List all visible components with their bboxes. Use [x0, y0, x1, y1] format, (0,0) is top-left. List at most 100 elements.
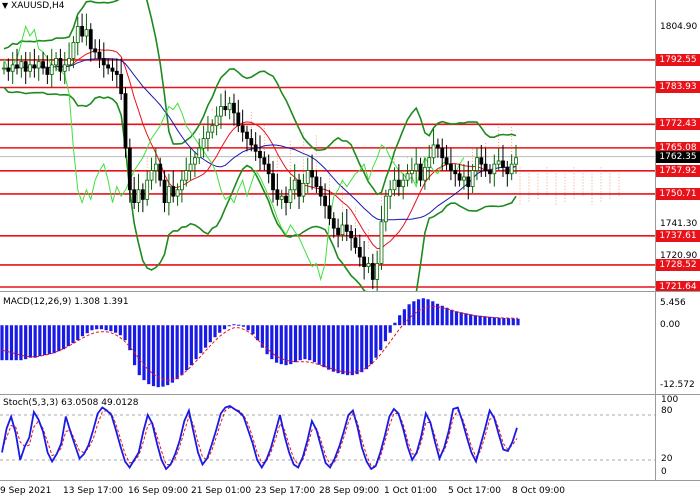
macd-histogram-bar	[459, 312, 463, 326]
macd-histogram-bar	[246, 325, 250, 331]
macd-tick: 5.456	[660, 298, 686, 308]
candle-body	[414, 163, 419, 171]
macd-histogram-bar	[478, 315, 482, 326]
macd-histogram-bar	[454, 311, 459, 326]
candle-body	[383, 195, 388, 223]
macd-histogram-bar	[166, 325, 170, 386]
macd-histogram-bar	[289, 325, 293, 365]
macd-histogram-bar	[511, 318, 515, 326]
candle-body	[175, 189, 180, 197]
macd-histogram-bar	[393, 322, 397, 326]
candle-body	[28, 64, 32, 72]
stoch-tick: 80	[661, 406, 673, 416]
candle-body	[179, 179, 184, 191]
candle-body	[262, 157, 267, 165]
price-level-tag: 1750.71	[656, 187, 700, 200]
candle-body	[106, 64, 111, 69]
macd-histogram-bar	[142, 325, 146, 381]
candle-body	[136, 189, 141, 203]
candle-body	[41, 61, 45, 69]
candle-body	[357, 247, 362, 258]
stoch-pane[interactable]: Stoch(5,3,3) 63.0508 49.0128	[0, 395, 655, 480]
candle-body	[331, 218, 336, 229]
candle-body	[214, 115, 219, 127]
macd-histogram-bar	[265, 325, 269, 355]
candle-body	[288, 189, 293, 203]
candle-body	[197, 147, 202, 159]
candle-body	[62, 64, 67, 72]
candle-body	[301, 182, 306, 197]
candle-body	[97, 51, 102, 59]
macd-histogram-bar	[203, 325, 208, 348]
price-chart-pane[interactable]: ▼ XAUUSD,H4	[0, 0, 655, 291]
macd-histogram-bar	[57, 325, 61, 352]
candle-body	[232, 102, 236, 114]
macd-histogram-bar	[473, 315, 477, 326]
candle-body	[75, 26, 80, 43]
time-label: 5 Oct 17:00	[448, 486, 501, 496]
macd-histogram-bar	[431, 301, 435, 326]
candle-body	[323, 195, 327, 207]
macd-histogram-bar	[180, 325, 184, 376]
candle-body	[162, 179, 167, 203]
dropdown-triangle-icon[interactable]: ▼	[2, 1, 8, 10]
candle-body	[253, 144, 258, 152]
stoch-tick: 0	[661, 467, 667, 477]
candle-body	[314, 176, 319, 187]
macd-histogram-bar	[374, 325, 378, 358]
macd-histogram-bar	[364, 325, 369, 370]
macd-label: MACD(12,26,9) 1.308 1.391	[3, 297, 129, 307]
price-level-tag: 1772.43	[656, 118, 700, 131]
candle-body	[470, 170, 475, 187]
macd-histogram-bar	[251, 325, 255, 335]
candle-body	[158, 163, 163, 181]
candle-body	[80, 26, 85, 37]
macd-histogram-bar	[38, 325, 42, 357]
candle-body	[318, 186, 323, 197]
chart-title-text: XAUUSD,H4	[11, 1, 65, 11]
candle-body	[449, 163, 453, 171]
macd-histogram-bar	[118, 325, 122, 336]
time-label: 28 Sep 09:00	[319, 486, 380, 496]
candle-body	[514, 157, 518, 165]
macd-histogram-bar	[104, 325, 108, 331]
macd-histogram-bar	[175, 325, 179, 380]
macd-histogram-bar	[147, 325, 151, 385]
macd-histogram-bar	[379, 325, 383, 351]
candle-body	[32, 64, 37, 69]
axis-divider	[655, 0, 656, 481]
candle-body	[171, 186, 176, 197]
candle-body	[375, 263, 380, 280]
stoch-axis: 100 80 20 0	[655, 395, 700, 480]
candle-body	[488, 170, 492, 175]
macd-histogram-bar	[516, 318, 520, 326]
price-level-tag: 1783.93	[656, 81, 700, 94]
macd-histogram-bar	[5, 325, 9, 361]
macd-histogram-bar	[298, 325, 302, 361]
candle-body	[23, 61, 28, 72]
time-label: 1 Oct 01:00	[384, 486, 437, 496]
macd-histogram-bar	[85, 325, 89, 334]
candle-body	[431, 144, 436, 159]
price-level-tag: 1792.55	[656, 53, 700, 66]
macd-pane[interactable]: MACD(12,26,9) 1.308 1.391	[0, 292, 655, 394]
candle-body	[336, 227, 341, 236]
price-level-tag: 1737.61	[656, 229, 700, 242]
candle-body	[427, 157, 432, 168]
candle-body	[45, 67, 50, 75]
candle-body	[379, 221, 384, 264]
price-tick: 1741.30	[660, 219, 698, 229]
candle-body	[67, 58, 71, 66]
macd-histogram-bar	[497, 317, 501, 326]
time-label: 23 Sep 17:00	[255, 486, 316, 496]
macd-histogram-bar	[398, 315, 402, 326]
macd-histogram-bar	[61, 325, 66, 350]
candle-body	[310, 170, 314, 178]
macd-histogram-bar	[341, 325, 345, 375]
candle-body	[166, 186, 171, 203]
candle-body	[219, 106, 223, 117]
macd-histogram-bar	[450, 309, 454, 326]
candle-body	[418, 163, 423, 181]
bollinger-lower-band	[3, 86, 517, 291]
candle-body	[71, 42, 76, 59]
